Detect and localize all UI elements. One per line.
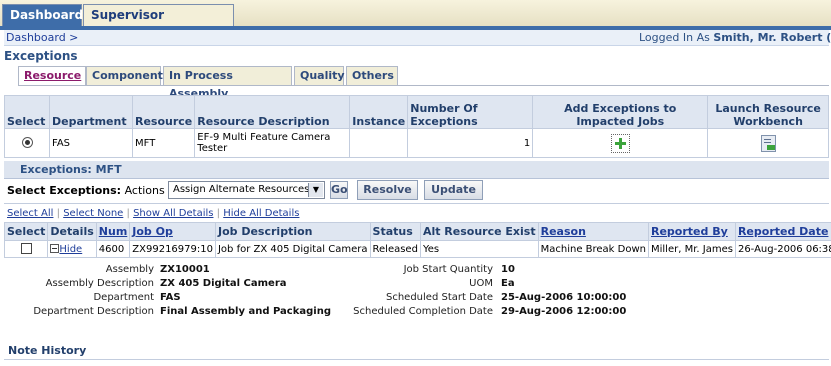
col-instance: Instance	[349, 95, 409, 129]
sort-reported-date-link[interactable]: Reported Date	[738, 225, 828, 238]
tab-dashboard[interactable]: Dashboard	[2, 4, 83, 26]
job-start-quantity-value: 10	[501, 264, 515, 275]
col-job-description: Job Description	[214, 222, 371, 241]
exceptions-title: Exceptions: MFT	[20, 163, 122, 176]
chevron-down-icon: ▼	[308, 183, 323, 197]
job-exceptions-table: Select Details Num Job Op Job Descriptio…	[3, 222, 831, 258]
col-number-of-exceptions: Number Of Exceptions	[407, 95, 534, 129]
cell-job-description: Job for ZX 405 Digital Camera	[214, 240, 371, 258]
col-reported-date[interactable]: Reported Date	[734, 222, 831, 241]
launch-workbench-icon[interactable]	[760, 134, 776, 152]
cell-resource: MFT	[131, 128, 196, 158]
resource-radio[interactable]	[4, 128, 50, 158]
job-start-quantity-label: Job Start Quantity	[403, 264, 493, 275]
logged-in-user: Smith, Mr. Robert (M1)	[713, 31, 831, 44]
select-exceptions-label: Select Exceptions: Actions	[7, 184, 165, 197]
cell-department: FAS	[49, 128, 133, 158]
col-department: Department	[49, 95, 133, 129]
select-all-link[interactable]: Select All	[7, 208, 53, 219]
cell-reported-by: Miller, Mr. James	[648, 240, 736, 258]
assembly-description-value: ZX 405 Digital Camera	[160, 278, 287, 289]
assembly-label: Assembly	[105, 264, 154, 275]
row-checkbox[interactable]	[3, 240, 49, 258]
scheduled-completion-label: Scheduled Completion Date	[353, 306, 493, 317]
col-resource-description: Resource Description	[194, 95, 351, 129]
col-select: Select	[4, 95, 50, 129]
cell-number-of-exceptions: 1	[407, 128, 534, 158]
col-launch-workbench: Launch Resource Workbench	[707, 95, 829, 129]
col-status: Status	[369, 222, 421, 241]
col-select: Select	[3, 222, 49, 241]
select-none-link[interactable]: Select None	[63, 208, 123, 219]
assembly-description-label: Assembly Description	[45, 278, 154, 289]
table-row: Hide 4600 ZX99216979:10 Job for ZX 405 D…	[3, 240, 831, 258]
logged-in-label: Logged In As	[639, 31, 710, 44]
sort-job-op-link[interactable]: Job Op	[132, 225, 173, 238]
actions-select[interactable]: Assign Alternate Resources ▼	[168, 181, 325, 199]
note-history-rule	[4, 359, 829, 360]
launch-workbench-cell	[707, 128, 829, 158]
divider	[4, 203, 829, 204]
cell-resource-description: EF-9 Multi Feature Camera Tester	[194, 128, 351, 158]
scheduled-start-label: Scheduled Start Date	[386, 292, 493, 303]
add-exceptions-icon[interactable]	[610, 133, 630, 153]
department-description-value: Final Assembly and Packaging	[160, 306, 331, 317]
cell-status: Released	[369, 240, 421, 258]
cell-job-op: ZX99216979:10	[129, 240, 216, 258]
subtab-others[interactable]: Others	[346, 66, 398, 85]
subtab-rule	[18, 85, 829, 86]
department-description-label: Department Description	[33, 306, 154, 317]
cell-reason: Machine Break Down	[537, 240, 650, 258]
exceptions-section-header: Exceptions: MFT	[4, 161, 829, 179]
collapse-icon[interactable]	[50, 244, 60, 253]
col-details: Details	[47, 222, 97, 241]
scheduled-start-value: 25-Aug-2006 10:00:00	[501, 292, 627, 303]
actions-label: Actions	[124, 184, 165, 197]
subtab-component[interactable]: Component	[86, 66, 163, 85]
col-reason[interactable]: Reason	[537, 222, 650, 241]
scheduled-completion-value: 29-Aug-2006 12:00:00	[501, 306, 627, 317]
assembly-value: ZX10001	[160, 264, 210, 275]
resource-table: Select Department Resource Resource Desc…	[4, 95, 829, 158]
selection-links: Select All | Select None | Show All Deta…	[7, 208, 299, 219]
cell-reported-date: 26-Aug-2006 06:38:32	[734, 240, 831, 258]
select-exceptions-text: Select Exceptions:	[7, 184, 122, 197]
hide-details-link[interactable]: Hide	[59, 244, 82, 255]
update-button[interactable]: Update	[424, 180, 483, 200]
sort-reported-by-link[interactable]: Reported By	[651, 225, 728, 238]
show-all-details-link[interactable]: Show All Details	[133, 208, 213, 219]
department-label: Department	[93, 292, 154, 303]
logged-in-info: Logged In As Smith, Mr. Robert (M1)	[639, 30, 831, 45]
subtab-resource[interactable]: Resource	[18, 66, 86, 85]
cell-num: 4600	[95, 240, 131, 258]
uom-value: Ea	[501, 278, 515, 289]
details-toggle[interactable]: Hide	[47, 240, 97, 258]
page-title: Exceptions	[4, 49, 78, 63]
col-num[interactable]: Num	[95, 222, 131, 241]
actions-select-value: Assign Alternate Resources	[173, 184, 310, 195]
uom-label: UOM	[469, 278, 493, 289]
breadcrumb[interactable]: Dashboard >	[6, 30, 78, 45]
col-reported-by[interactable]: Reported By	[648, 222, 736, 241]
go-button[interactable]: Go	[330, 181, 348, 199]
col-job-op[interactable]: Job Op	[129, 222, 216, 241]
col-resource: Resource	[131, 95, 196, 129]
col-alt-resource: Alt Resource Exist	[419, 222, 539, 241]
sort-num-link[interactable]: Num	[99, 225, 128, 238]
department-value: FAS	[160, 292, 181, 303]
resolve-button[interactable]: Resolve	[357, 180, 418, 200]
table-row: FAS MFT EF-9 Multi Feature Camera Tester…	[4, 128, 829, 158]
breadcrumb-bar: Dashboard > Logged In As Smith, Mr. Robe…	[4, 30, 831, 46]
col-add-exceptions: Add Exceptions to Impacted Jobs	[532, 95, 709, 129]
cell-alt-resource: Yes	[419, 240, 539, 258]
hide-all-details-link[interactable]: Hide All Details	[223, 208, 299, 219]
cell-instance	[349, 128, 409, 158]
sort-reason-link[interactable]: Reason	[541, 225, 586, 238]
note-history-title: Note History	[8, 344, 87, 357]
tab-supervisor-workstation[interactable]: Supervisor Workstation	[83, 4, 234, 43]
add-exceptions-cell	[532, 128, 709, 158]
subtab-in-process-assembly[interactable]: In Process Assembly	[163, 66, 292, 100]
subtab-quality[interactable]: Quality	[294, 66, 345, 85]
